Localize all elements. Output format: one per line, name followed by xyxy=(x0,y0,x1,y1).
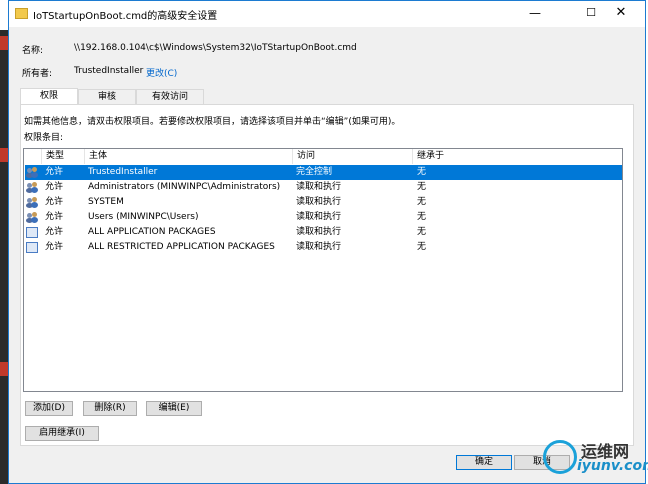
enable-inheritance-button[interactable]: 启用继承(I) xyxy=(25,426,99,441)
info-text: 如需其他信息，请双击权限项目。若要修改权限项目，请选择该项目并单击“编辑”(如果… xyxy=(24,117,401,127)
permission-entries-list[interactable]: 类型 主体 访问 继承于 允许 TrustedInstaller 完全控制 无 xyxy=(23,148,623,392)
tab-auditing[interactable]: 审核 xyxy=(78,89,136,104)
users-icon xyxy=(26,212,38,223)
entry-access: 读取和执行 xyxy=(296,197,342,207)
minimize-button[interactable]: — xyxy=(513,1,557,25)
column-header-inherited-from[interactable]: 继承于 xyxy=(413,149,623,164)
entry-type: 允许 xyxy=(45,197,64,207)
entry-inherited-from: 无 xyxy=(417,197,427,207)
column-header-type[interactable]: 类型 xyxy=(42,149,85,164)
owner-label: 所有者: xyxy=(22,69,53,79)
tab-effective-access[interactable]: 有效访问 xyxy=(136,89,204,104)
edit-button[interactable]: 编辑(E) xyxy=(146,401,202,416)
window-title: IoTStartupOnBoot.cmd的高级安全设置 xyxy=(33,11,218,22)
entry-principal: ALL RESTRICTED APPLICATION PACKAGES xyxy=(88,242,275,252)
entry-principal: SYSTEM xyxy=(88,197,124,207)
remove-button[interactable]: 删除(R) xyxy=(83,401,137,416)
users-icon xyxy=(26,182,38,193)
title-bar[interactable]: IoTStartupOnBoot.cmd的高级安全设置 — ☐ ✕ xyxy=(9,1,645,27)
entry-principal: Users (MINWINPC\Users) xyxy=(88,212,199,222)
users-icon xyxy=(26,197,38,208)
permission-entries-label: 权限条目: xyxy=(24,133,64,143)
table-row[interactable]: 允许 SYSTEM 读取和执行 无 xyxy=(25,195,622,210)
table-row[interactable]: 允许 TrustedInstaller 完全控制 无 xyxy=(25,165,622,180)
users-icon xyxy=(26,167,38,178)
table-row[interactable]: 允许 Administrators (MINWINPC\Administrato… xyxy=(25,180,622,195)
table-row[interactable]: 允许 ALL RESTRICTED APPLICATION PACKAGES 读… xyxy=(25,240,622,255)
entry-type: 允许 xyxy=(45,167,64,177)
change-owner-link[interactable]: 更改(C) xyxy=(146,66,177,79)
add-button[interactable]: 添加(D) xyxy=(25,401,73,416)
entry-inherited-from: 无 xyxy=(417,212,427,222)
watermark-logo-icon xyxy=(543,440,577,474)
name-label: 名称: xyxy=(22,46,44,56)
dialog-body: 名称: \\192.168.0.104\c$\Windows\System32\… xyxy=(9,27,645,483)
entry-access: 读取和执行 xyxy=(296,242,342,252)
entry-type: 允许 xyxy=(45,242,64,252)
package-icon xyxy=(26,242,38,253)
table-row[interactable]: 允许 ALL APPLICATION PACKAGES 读取和执行 无 xyxy=(25,225,622,240)
tab-permissions[interactable]: 权限 xyxy=(20,88,78,104)
entry-principal: Administrators (MINWINPC\Administrators) xyxy=(88,182,281,192)
package-icon xyxy=(26,227,38,238)
table-row[interactable]: 允许 Users (MINWINPC\Users) 读取和执行 无 xyxy=(25,210,622,225)
desktop-taskbar-marker xyxy=(0,362,8,376)
watermark-en-text: iyunv.com xyxy=(577,458,648,474)
entry-inherited-from: 无 xyxy=(417,242,427,252)
permissions-panel: 如需其他信息，请双击权限项目。若要修改权限项目，请选择该项目并单击“编辑”(如果… xyxy=(20,104,634,446)
entry-type: 允许 xyxy=(45,182,64,192)
entry-type: 允许 xyxy=(45,212,64,222)
entry-type: 允许 xyxy=(45,227,64,237)
column-header-access[interactable]: 访问 xyxy=(293,149,413,164)
name-value: \\192.168.0.104\c$\Windows\System32\IoTS… xyxy=(74,43,357,53)
entry-access: 完全控制 xyxy=(296,167,333,177)
site-watermark: 运维网 iyunv.com xyxy=(543,436,648,480)
entry-principal: ALL APPLICATION PACKAGES xyxy=(88,227,216,237)
entry-principal: TrustedInstaller xyxy=(88,167,158,177)
column-header-principal[interactable]: 主体 xyxy=(85,149,293,164)
desktop-taskbar-marker xyxy=(0,148,8,162)
entry-inherited-from: 无 xyxy=(417,227,427,237)
entry-access: 读取和执行 xyxy=(296,182,342,192)
column-header-icon xyxy=(24,149,42,164)
ok-button[interactable]: 确定 xyxy=(456,455,512,470)
advanced-security-settings-window: IoTStartupOnBoot.cmd的高级安全设置 — ☐ ✕ 名称: \\… xyxy=(8,0,646,484)
owner-value: TrustedInstaller xyxy=(74,66,144,76)
entry-inherited-from: 无 xyxy=(417,167,427,177)
close-button[interactable]: ✕ xyxy=(599,1,643,25)
entry-access: 读取和执行 xyxy=(296,227,342,237)
folder-icon xyxy=(15,8,28,19)
entry-access: 读取和执行 xyxy=(296,212,342,222)
desktop-taskbar-marker xyxy=(0,36,8,50)
desktop-edge xyxy=(0,30,8,484)
entry-inherited-from: 无 xyxy=(417,182,427,192)
